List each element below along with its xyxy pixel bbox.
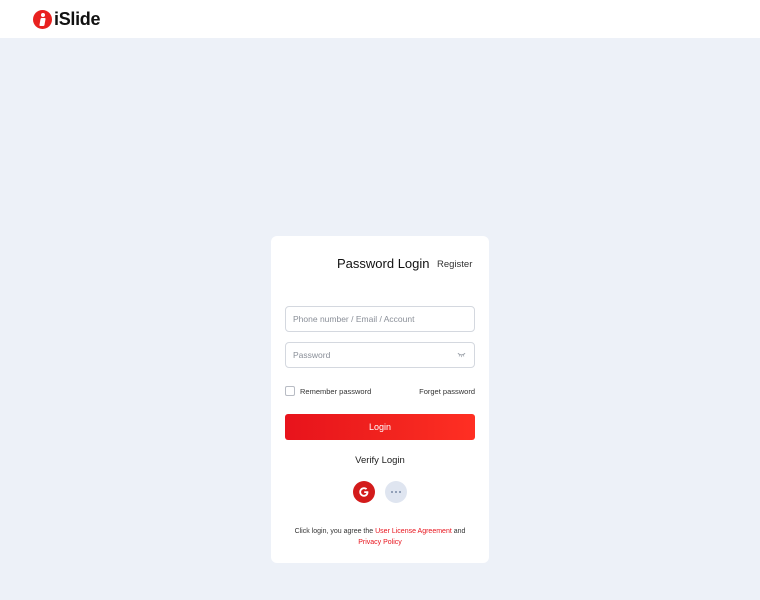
password-login-title: Password Login xyxy=(337,256,430,271)
logo-text: iSlide xyxy=(54,8,101,29)
top-bar: iSlide xyxy=(0,0,760,38)
google-login-button[interactable] xyxy=(353,481,375,503)
islide-logo[interactable]: iSlide xyxy=(33,8,101,29)
forget-password-link[interactable]: Forget password xyxy=(419,387,475,396)
islide-logo-icon xyxy=(33,9,52,29)
agreement-text: Click login, you agree the User License … xyxy=(271,526,489,548)
register-link[interactable]: Register xyxy=(437,259,472,270)
account-field xyxy=(285,306,475,332)
password-field xyxy=(285,342,475,368)
agreement-and: and xyxy=(453,528,466,535)
remember-label: Remember password xyxy=(300,386,372,396)
remember-checkbox[interactable] xyxy=(285,386,295,396)
verify-login-link[interactable]: Verify Login xyxy=(271,455,489,466)
agreement-prefix: Click login, you agree the xyxy=(294,528,374,535)
account-input[interactable] xyxy=(286,307,474,331)
user-license-agreement-link[interactable]: User License Agreement xyxy=(375,528,452,535)
google-icon xyxy=(359,487,369,497)
privacy-policy-link[interactable]: Privacy Policy xyxy=(358,539,402,546)
more-icon xyxy=(391,491,401,493)
more-login-options-button[interactable] xyxy=(385,481,407,503)
password-input[interactable] xyxy=(286,343,474,367)
login-card: Password Login Register Remember passwor… xyxy=(271,236,489,563)
remember-password[interactable]: Remember password xyxy=(285,386,371,396)
login-button[interactable]: Login xyxy=(285,414,475,440)
eye-closed-icon[interactable] xyxy=(457,352,466,358)
